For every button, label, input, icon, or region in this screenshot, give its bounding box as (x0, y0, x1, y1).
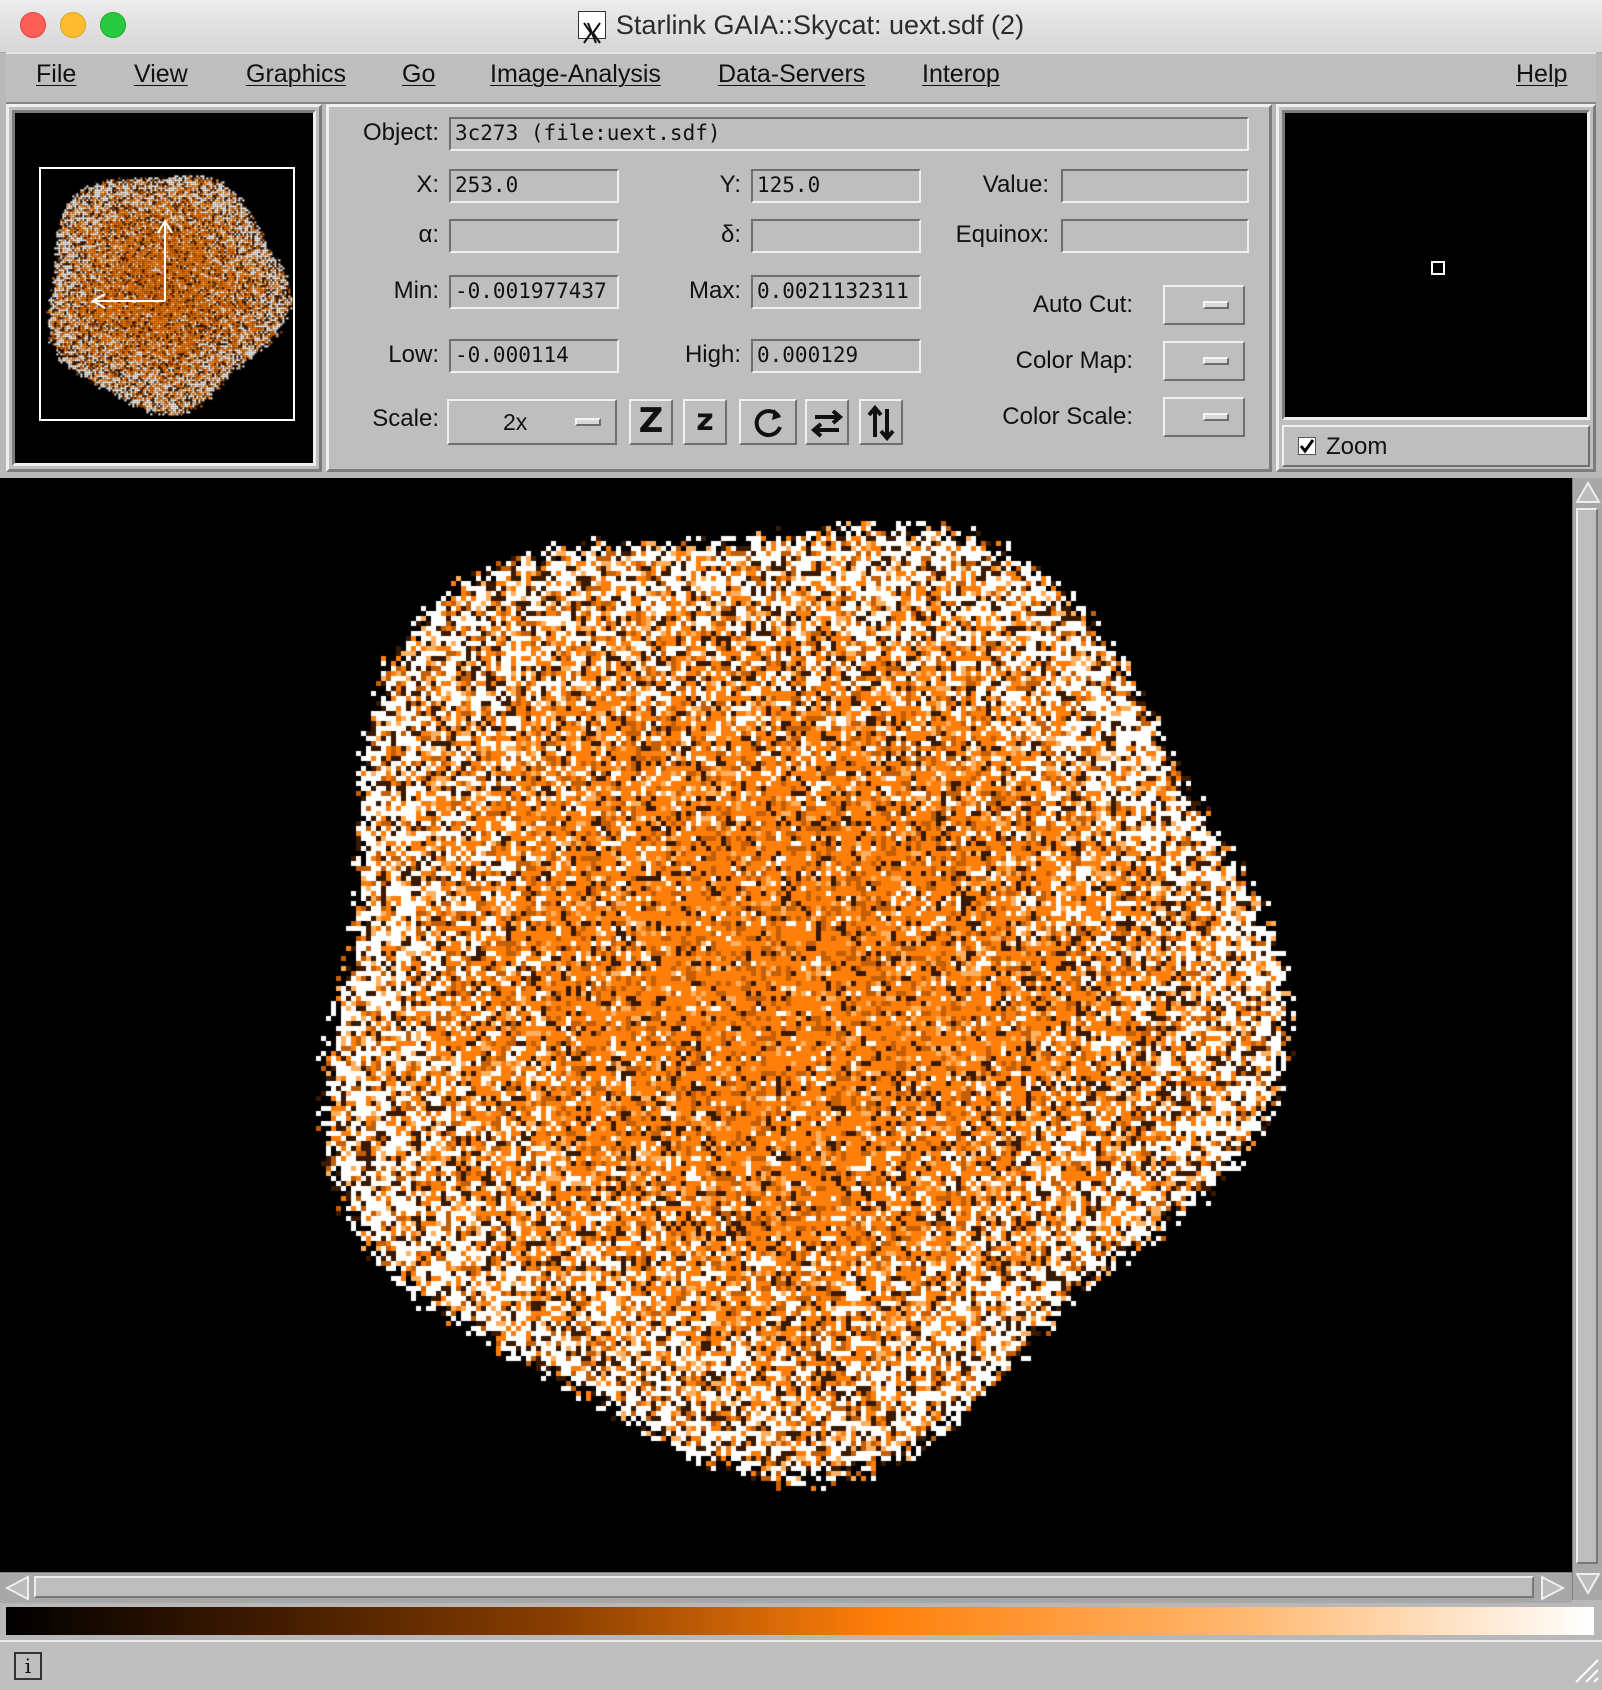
object-label: Object: (362, 119, 439, 146)
equinox-field[interactable] (1061, 219, 1249, 253)
scale-menu-button[interactable]: 2x (447, 399, 617, 445)
main-image-window[interactable] (0, 478, 1572, 1572)
auto-cut-label: Auto Cut: (1032, 291, 1133, 318)
max-field[interactable]: 0.0021132311 (751, 275, 921, 309)
pan-window[interactable] (12, 110, 316, 466)
y-field[interactable]: 125.0 (751, 169, 921, 203)
menu-indicator-icon (1203, 413, 1229, 421)
astronomical-image (0, 478, 1572, 1572)
window-title: Starlink GAIA::Skycat: uext.sdf (2) (615, 10, 1025, 40)
menu-interop[interactable]: Interop (922, 60, 1000, 89)
equinox-label: Equinox: (955, 221, 1049, 248)
zoom-window (1282, 110, 1590, 420)
rotate-button[interactable] (739, 399, 797, 445)
scroll-right-arrow-icon[interactable] (1538, 1575, 1566, 1601)
zoom-checkbox-label: Zoom (1326, 433, 1388, 460)
max-label: Max: (688, 277, 741, 304)
ra-label: α: (418, 221, 439, 248)
flip-horizontal-icon (810, 409, 844, 438)
min-label: Min: (393, 277, 439, 304)
info-icon[interactable]: i (14, 1652, 42, 1680)
object-field[interactable]: 3c273 (file:uext.sdf) (449, 117, 1249, 151)
colorbar[interactable] (6, 1607, 1594, 1635)
x-label: X: (416, 171, 439, 198)
scroll-left-arrow-icon[interactable] (4, 1575, 32, 1601)
min-field[interactable]: -0.001977437 (449, 275, 619, 309)
color-map-label: Color Map: (1015, 347, 1133, 374)
x-field[interactable]: 253.0 (449, 169, 619, 203)
zoom-out-button[interactable]: z (683, 399, 727, 445)
color-scale-menu-button[interactable] (1163, 397, 1245, 437)
high-label: High: (684, 341, 741, 368)
y-label: Y: (719, 171, 741, 198)
ra-field[interactable] (449, 219, 619, 253)
menu-help[interactable]: Help (1516, 60, 1567, 89)
scroll-down-arrow-icon[interactable] (1575, 1570, 1601, 1596)
title-bar: Starlink GAIA::Skycat: uext.sdf (2) (0, 0, 1602, 53)
menu-file[interactable]: File (36, 60, 76, 89)
horizontal-scrollbar[interactable] (0, 1572, 1572, 1603)
auto-cut-menu-button[interactable] (1163, 285, 1245, 325)
checkmark-icon (1299, 439, 1315, 454)
menu-view[interactable]: View (134, 60, 188, 89)
window-title-container: Starlink GAIA::Skycat: uext.sdf (2) (0, 0, 1602, 52)
high-field[interactable]: 0.000129 (751, 339, 921, 373)
menu-bar: File View Graphics Go Image-Analysis Dat… (6, 52, 1596, 104)
status-bar: i (0, 1640, 1602, 1690)
color-scale-label: Color Scale: (1002, 403, 1133, 430)
menu-graphics[interactable]: Graphics (246, 60, 346, 89)
color-map-menu-button[interactable] (1163, 341, 1245, 381)
zoom-checkbox[interactable] (1298, 437, 1316, 455)
scroll-up-arrow-icon[interactable] (1575, 480, 1601, 506)
info-panel: Object: 3c273 (file:uext.sdf) X: 253.0 Y… (326, 104, 1272, 472)
horizontal-scroll-thumb[interactable] (34, 1576, 1534, 1598)
value-field[interactable] (1061, 169, 1249, 203)
menu-data-servers[interactable]: Data-Servers (718, 60, 865, 89)
x11-app-icon (577, 10, 606, 44)
zoom-cursor-marker (1431, 261, 1445, 275)
vertical-scroll-thumb[interactable] (1576, 508, 1598, 1564)
low-field[interactable]: -0.000114 (449, 339, 619, 373)
menu-indicator-icon (1203, 301, 1229, 309)
zoom-frame: Zoom (1276, 104, 1596, 472)
low-label: Low: (388, 341, 439, 368)
scale-value: 2x (503, 409, 528, 435)
scale-label: Scale: (372, 405, 439, 432)
flip-x-button[interactable] (805, 399, 849, 445)
value-label: Value: (982, 171, 1049, 198)
flip-vertical-icon (867, 404, 895, 442)
dec-field[interactable] (751, 219, 921, 253)
zoom-in-button[interactable]: Z (629, 399, 673, 445)
compass-icon (91, 219, 173, 309)
dec-label: δ: (720, 221, 741, 248)
flip-y-button[interactable] (859, 399, 903, 445)
pan-frame (6, 104, 322, 472)
menu-image-analysis[interactable]: Image-Analysis (490, 60, 661, 89)
menu-indicator-icon (575, 418, 601, 426)
resize-grip-icon[interactable] (1572, 1656, 1600, 1684)
rotate-icon (754, 409, 782, 438)
menu-indicator-icon (1203, 357, 1229, 365)
menu-go[interactable]: Go (402, 60, 435, 89)
vertical-scrollbar[interactable] (1572, 478, 1602, 1600)
zoom-toggle[interactable]: Zoom (1282, 425, 1590, 467)
